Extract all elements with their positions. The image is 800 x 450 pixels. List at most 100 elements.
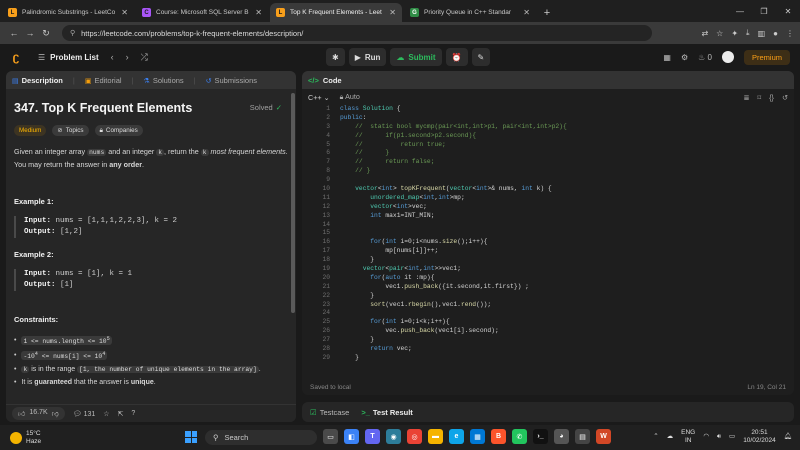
whatsapp-icon[interactable]: ✆ xyxy=(512,429,527,444)
comments-button[interactable]: 💬︎ 131 xyxy=(73,410,96,418)
debug-button[interactable]: ✱ xyxy=(326,48,345,66)
code-line[interactable]: 28 return vec; xyxy=(302,345,794,354)
code-line[interactable]: 23 sort(vec1.rbegin(),vec1.rend()); xyxy=(302,301,794,310)
volume-icon[interactable]: 🔊︎ xyxy=(717,433,721,441)
notes-button[interactable]: ✎ xyxy=(471,48,491,66)
profile-icon[interactable]: ● xyxy=(773,29,778,38)
submit-button[interactable]: ☁ Submit xyxy=(390,48,442,66)
code-line[interactable]: 25 for(int i=0;i<k;i++){ xyxy=(302,318,794,327)
menu-dots-icon[interactable]: ⋮ xyxy=(786,29,794,38)
code-line[interactable]: 8 // } xyxy=(302,167,794,176)
chrome-icon[interactable]: ◎ xyxy=(407,429,422,444)
tab-editorial[interactable]: ▣ Editorial xyxy=(85,76,122,85)
onedrive-icon[interactable]: ☁ xyxy=(667,433,674,441)
format-icon[interactable]: ≣ xyxy=(743,93,749,102)
auto-mode-toggle[interactable]: 🔒︎ Auto xyxy=(340,92,360,102)
windows-start-icon[interactable] xyxy=(185,431,197,443)
reset-icon[interactable]: ↺ xyxy=(782,93,788,102)
avatar[interactable] xyxy=(721,51,734,63)
office-icon[interactable]: W xyxy=(596,429,611,444)
calculator-icon[interactable]: ▤ xyxy=(575,429,590,444)
timer-button[interactable]: ⏰ xyxy=(445,48,468,66)
brave-icon[interactable]: B xyxy=(491,429,506,444)
reload-icon[interactable]: ↻ xyxy=(38,28,54,39)
code-line[interactable]: 4 // if(p1.second>p2.second){ xyxy=(302,132,794,141)
translate-icon[interactable]: ⇄ xyxy=(701,29,708,38)
edge-icon[interactable]: e xyxy=(449,429,464,444)
sidepanel-icon[interactable]: ▥ xyxy=(758,29,766,38)
leetcode-logo-icon[interactable]: ʗ xyxy=(10,50,22,64)
braces-icon[interactable]: {} xyxy=(769,93,774,102)
code-line[interactable]: 7 // return false; xyxy=(302,158,794,167)
file-explorer-icon[interactable]: ▬ xyxy=(428,429,443,444)
extensions-icon[interactable]: ✦ xyxy=(731,29,738,38)
code-line[interactable]: 13 int max1=INT_MIN; xyxy=(302,212,794,221)
browser-tab-palindromic[interactable]: L Palindromic Substrings - LeetCo ✕ xyxy=(2,3,134,22)
code-line[interactable]: 10 vector<int> topKFrequent(vector<int>&… xyxy=(302,185,794,194)
code-line[interactable]: 22 } xyxy=(302,292,794,301)
code-line[interactable]: 21 vec1.push_back({it.second,it.first}) … xyxy=(302,283,794,292)
code-line[interactable]: 11 unordered_map<int,int>mp; xyxy=(302,194,794,203)
new-tab-button[interactable]: + xyxy=(540,3,554,22)
taskbar-search[interactable]: ⚲ Search xyxy=(205,430,317,445)
code-line[interactable]: 26 vec.push_back(vec1[i].second); xyxy=(302,327,794,336)
layout-grid-icon[interactable]: ▦ xyxy=(663,53,671,62)
code-line[interactable]: 18 } xyxy=(302,256,794,265)
coins-counter[interactable]: ♨ 0 xyxy=(698,53,712,62)
problem-list-button[interactable]: ☰ Problem List xyxy=(38,53,99,62)
url-input[interactable]: ⚲ https://leetcode.com/problems/top-k-fr… xyxy=(62,25,652,41)
code-editor[interactable]: 1 class Solution {2 public: 3 // static boo… xyxy=(302,105,794,377)
topics-button[interactable]: ⊘ Topics xyxy=(52,125,89,136)
code-line[interactable]: 27 } xyxy=(302,336,794,345)
code-line[interactable]: 14 xyxy=(302,221,794,230)
tab-close-icon[interactable]: ✕ xyxy=(255,8,262,17)
browser-tab-top-k[interactable]: L Top K Frequent Elements - Leet ✕ xyxy=(270,3,402,22)
maximize-icon[interactable]: ❐ xyxy=(752,0,776,22)
tab-description[interactable]: ▤ Description xyxy=(12,76,63,85)
thumbs-up-icon[interactable]: 👍︎ xyxy=(18,409,25,418)
bookmark-star-icon[interactable]: ☆ xyxy=(716,29,723,38)
code-line[interactable]: 15 xyxy=(302,229,794,238)
browser-tab-priority-queue[interactable]: G Priority Queue in C++ Standar ✕ xyxy=(404,3,536,22)
tab-close-icon[interactable]: ✕ xyxy=(121,8,128,17)
next-problem-icon[interactable]: › xyxy=(126,52,129,63)
site-info-icon[interactable]: ⚲ xyxy=(70,29,75,37)
code-line[interactable]: 16 for(int i=0;i<nums.size();i++){ xyxy=(302,238,794,247)
favorite-star-icon[interactable]: ☆ xyxy=(103,410,109,418)
code-line[interactable]: 2 public: xyxy=(302,114,794,123)
tab-solutions[interactable]: ⚗ Solutions xyxy=(144,76,184,85)
tab-close-icon[interactable]: ✕ xyxy=(523,8,530,17)
ubuntu-icon[interactable]: ◕ xyxy=(554,429,569,444)
clock[interactable]: 20:51 10/02/2024 xyxy=(743,429,776,445)
forward-icon[interactable]: → xyxy=(22,28,38,38)
thumbs-down-icon[interactable]: 👎︎ xyxy=(52,409,59,418)
widgets-icon[interactable]: ◧ xyxy=(344,429,359,444)
chevron-up-icon[interactable]: ⌃ xyxy=(653,433,658,441)
language-indicator[interactable]: ENG IN xyxy=(681,429,695,445)
code-line[interactable]: 1 class Solution { xyxy=(302,105,794,114)
companies-button[interactable]: 🔒︎ Companies xyxy=(94,125,143,136)
problem-title[interactable]: 347. Top K Frequent Elements xyxy=(14,101,288,115)
run-button[interactable]: ▶ Run xyxy=(348,48,387,66)
meet-icon[interactable]: ◉ xyxy=(386,429,401,444)
back-icon[interactable]: ← xyxy=(6,28,22,38)
tab-close-icon[interactable]: ✕ xyxy=(389,8,396,17)
close-window-icon[interactable]: ✕ xyxy=(776,0,800,22)
premium-button[interactable]: Premium xyxy=(743,49,790,65)
code-line[interactable]: 19 vector<pair<int,int>>vec1; xyxy=(302,265,794,274)
minimize-icon[interactable]: — xyxy=(728,0,752,22)
code-line[interactable]: 9 xyxy=(302,176,794,185)
testcase-tab[interactable]: ☑ Testcase xyxy=(310,408,349,417)
task-view-icon[interactable]: ▭ xyxy=(323,429,338,444)
description-scrollbar[interactable] xyxy=(291,93,295,313)
download-icon[interactable]: ⤓ xyxy=(746,28,750,38)
tab-submissions[interactable]: ↺ Submissions xyxy=(206,76,257,85)
code-line[interactable]: 29 } xyxy=(302,354,794,363)
prev-problem-icon[interactable]: ‹ xyxy=(111,52,114,63)
language-select[interactable]: C++ ⌄ xyxy=(308,93,330,102)
battery-icon[interactable]: ▭ xyxy=(729,433,735,441)
weather-widget[interactable]: 15°C Haze xyxy=(0,430,41,446)
teams-icon[interactable]: T xyxy=(365,429,380,444)
code-line[interactable]: 3 // static bool mycmp(pair<int,int>p1, … xyxy=(302,123,794,132)
bookmark-icon[interactable]: ⌑ xyxy=(757,93,761,102)
